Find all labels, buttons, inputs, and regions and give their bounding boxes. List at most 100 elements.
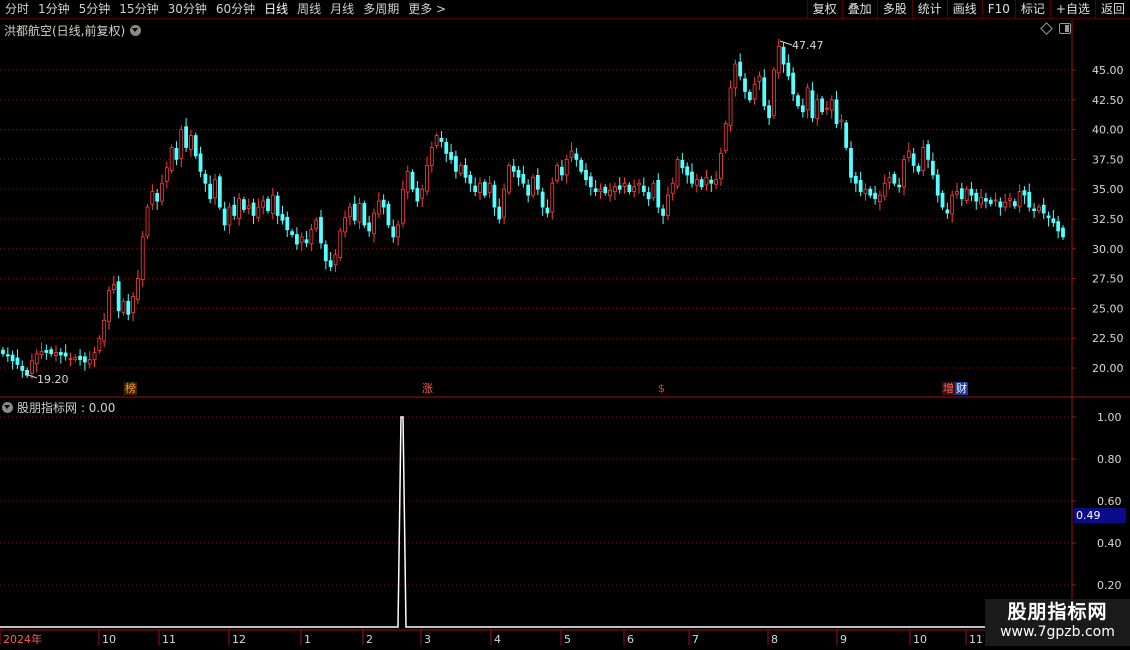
candle-body [429, 147, 434, 166]
candle-body [988, 199, 993, 204]
candle-body [290, 231, 294, 235]
watermark-url: www.7gpzb.com [1000, 624, 1115, 640]
event-marker-increase[interactable]: 增 [942, 382, 955, 395]
candle-body [1003, 201, 1008, 208]
candle-body [540, 191, 545, 208]
x-axis-label: 10 [913, 633, 927, 646]
candle-body [887, 176, 892, 183]
candle-body [270, 194, 275, 214]
candle-body [531, 176, 535, 196]
candle-body [396, 224, 400, 238]
event-marker-limit-up[interactable]: 涨 [421, 382, 434, 395]
candle-body [10, 354, 15, 362]
candle-body [1041, 204, 1046, 214]
candle-body [482, 181, 487, 196]
candle-body [487, 182, 492, 193]
candle-body [945, 209, 950, 214]
candle-body [911, 153, 916, 166]
candle-body [931, 160, 935, 176]
candle-body [690, 171, 694, 184]
candle-body [87, 359, 92, 365]
event-marker-rank[interactable]: 榜 [124, 382, 137, 395]
candle-body [584, 169, 588, 181]
candle-body [179, 129, 184, 159]
candle-body [670, 182, 675, 194]
candle-body [993, 199, 998, 202]
candle-body [815, 99, 820, 120]
candle-body [979, 197, 983, 205]
candle-body [964, 188, 969, 202]
candle-body [738, 61, 743, 77]
candle-body [535, 174, 540, 190]
candle-body [285, 216, 290, 231]
candle-body [107, 290, 111, 322]
candle-body [217, 176, 222, 208]
candle-body [160, 182, 164, 202]
candle-body [666, 194, 670, 216]
x-axis-label: 7 [692, 633, 699, 646]
candle-body [878, 194, 882, 202]
candle-body [627, 184, 632, 192]
candle-body [723, 123, 728, 151]
kline-chart[interactable]: 45.00 42.50 40.00 37.50 35.00 32.50 30.00 27.50… [0, 0, 1130, 650]
candle-body [1027, 191, 1032, 208]
candle-body [921, 147, 926, 171]
low-price-label: 19.20 [37, 373, 69, 386]
candle-body [651, 182, 656, 199]
event-marker-dollar[interactable]: $ [657, 382, 666, 395]
candle-body [719, 153, 723, 180]
sub-y-tick-label: 1.00 [1097, 411, 1122, 424]
sub-panel-title: 股朋指标网 : 0.00 [17, 401, 116, 415]
sub-panel-header: 股朋指标网 : 0.00 [2, 399, 115, 416]
candle-body [434, 135, 439, 146]
candle-body [54, 352, 58, 357]
candle-body [410, 171, 415, 190]
candle-body [704, 176, 709, 186]
candle-body [468, 174, 473, 184]
candle-body [844, 122, 849, 148]
candle-body [825, 107, 829, 110]
candle-body [608, 189, 612, 197]
candle-body [776, 45, 781, 74]
candle-body [1022, 190, 1027, 196]
candle-body [974, 192, 979, 202]
candle-body [58, 352, 63, 356]
x-axis-label: 6 [627, 633, 634, 646]
candle-body [208, 183, 213, 200]
candle-body [940, 192, 945, 208]
candle-body [680, 159, 685, 169]
candle-body [266, 198, 270, 212]
candle-body [78, 355, 82, 361]
candle-body [454, 156, 458, 172]
candle-body [261, 200, 266, 208]
candle-body [348, 206, 352, 218]
candle-body [699, 179, 704, 188]
candle-body [675, 158, 680, 187]
x-axis-label: 10 [102, 633, 116, 646]
candle-body [897, 184, 902, 188]
candle-body [304, 239, 309, 244]
candle-body [955, 191, 959, 195]
sub-y-tick-label: 0.20 [1097, 579, 1122, 592]
candle-body [873, 192, 877, 200]
candle-body [545, 207, 550, 214]
candle-body [743, 78, 747, 92]
candle-body [425, 164, 429, 192]
indicator-spike-line [0, 416, 1072, 628]
x-axis-label: 3 [424, 633, 431, 646]
candle-body [34, 353, 39, 365]
candle-body [598, 188, 603, 192]
candle-body [820, 98, 824, 113]
sub-panel-dropdown-icon[interactable] [2, 402, 13, 413]
candle-body [251, 202, 256, 216]
candle-body [136, 278, 140, 300]
event-marker-finance[interactable]: 财 [955, 382, 968, 395]
candle-body [232, 204, 237, 216]
candle-body [950, 194, 955, 215]
main-y-tick-label: 25.00 [1092, 302, 1124, 315]
candle-body [656, 179, 661, 208]
candle-body [853, 175, 858, 184]
candle-body [622, 182, 627, 187]
indicator-line [0, 416, 1072, 628]
candle-body [564, 158, 569, 176]
